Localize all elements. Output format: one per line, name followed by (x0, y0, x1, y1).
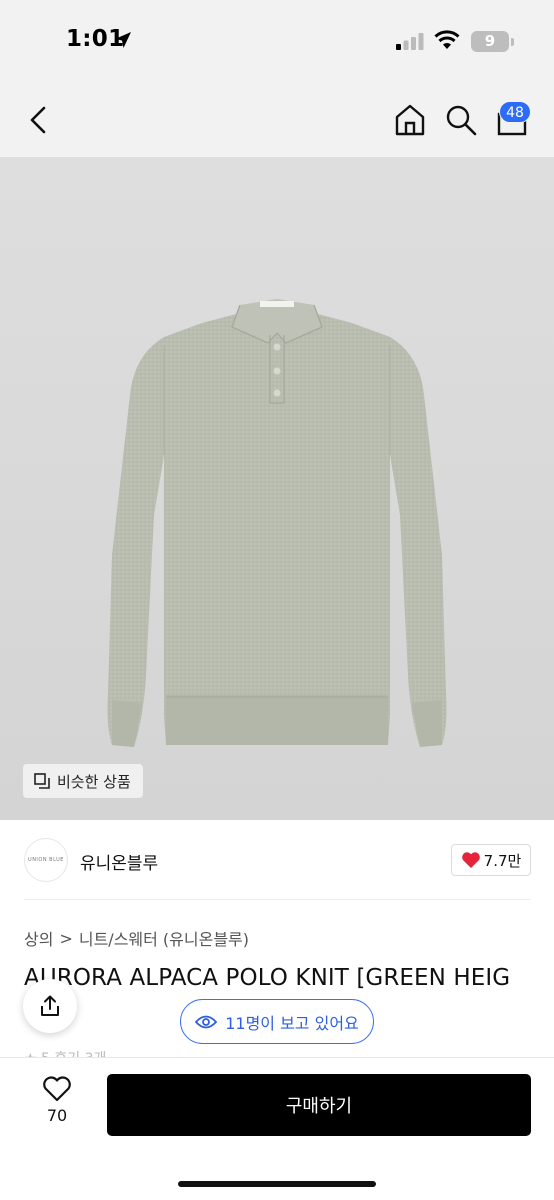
heart-outline-icon (43, 1076, 71, 1102)
cart-count-badge: 48 (499, 101, 531, 123)
buy-button[interactable]: 구매하기 (107, 1074, 531, 1136)
brand-row: UNION BLUE 유니온블루 7.7만 (0, 820, 554, 900)
viewers-label: 11명이 보고 있어요 (225, 1013, 359, 1033)
search-icon[interactable] (444, 103, 478, 137)
brand-logo-text: UNION BLUE (28, 857, 64, 863)
similar-items-button[interactable]: 비슷한 상품 (23, 764, 143, 798)
share-icon (41, 995, 59, 1016)
wishlist-button[interactable]: 70 (36, 1076, 78, 1136)
breadcrumb-category[interactable]: 상의 (24, 926, 53, 950)
signal-icon (396, 33, 424, 50)
location-arrow-icon (115, 32, 131, 48)
product-image[interactable]: 비슷한 상품 (0, 157, 554, 820)
sweater-image (107, 299, 447, 747)
heart-filled-icon (461, 852, 480, 868)
battery-nub (511, 38, 514, 46)
similar-items-icon (34, 773, 50, 789)
battery-icon: 9 (471, 31, 509, 52)
breadcrumb: 상의 > 니트/스웨터 (유니온블루) (24, 926, 249, 950)
brand-logo[interactable]: UNION BLUE (24, 838, 68, 882)
wishlist-count: 70 (46, 1106, 68, 1125)
share-button[interactable] (23, 979, 77, 1033)
breadcrumb-separator: > (59, 928, 73, 948)
back-chevron-icon[interactable] (24, 104, 54, 136)
brand-name[interactable]: 유니온블루 (80, 849, 158, 874)
breadcrumb-subcategory[interactable]: 니트/스웨터 (유니온블루) (79, 926, 249, 950)
product-title: AURORA ALPACA POLO KNIT [GREEN HEIG (24, 965, 511, 991)
bottom-action-bar: 70 구매하기 (0, 1057, 554, 1200)
brand-like-count: 7.7만 (483, 851, 522, 870)
status-bar: 1:01 9 (0, 0, 554, 82)
eye-icon (195, 1015, 218, 1028)
wifi-icon (434, 30, 460, 49)
nav-bar (0, 82, 554, 157)
home-icon[interactable] (393, 103, 427, 137)
viewers-badge[interactable]: 11명이 보고 있어요 (180, 999, 374, 1044)
brand-like-button[interactable]: 7.7만 (451, 844, 531, 876)
similar-items-label: 비슷한 상품 (57, 772, 131, 791)
home-indicator (178, 1181, 376, 1187)
divider (24, 899, 530, 900)
